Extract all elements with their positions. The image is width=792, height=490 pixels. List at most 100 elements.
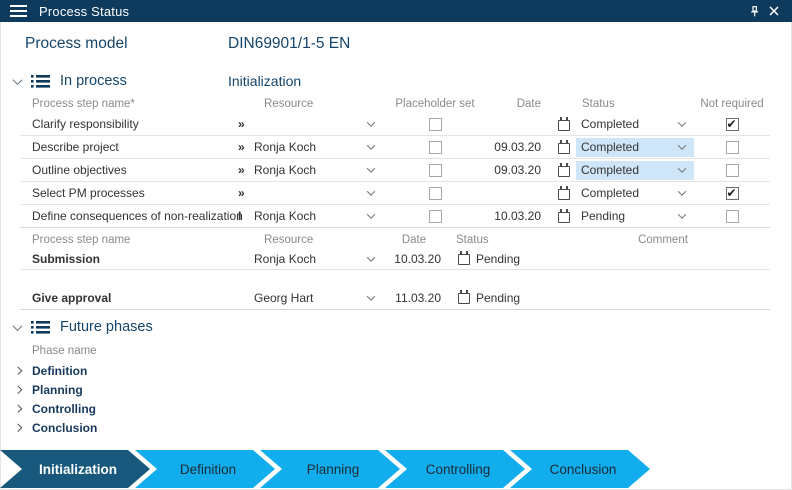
status-dropdown[interactable]: Completed: [576, 138, 694, 157]
comment-value[interactable]: [556, 286, 770, 309]
comment-value[interactable]: [556, 248, 770, 269]
col-placeholder-set: Placeholder set: [382, 95, 488, 113]
step-marker: »: [238, 113, 254, 135]
step-row-define-consequences: Define consequences of non-realization I…: [20, 205, 770, 228]
status-dropdown[interactable]: Pending: [576, 207, 694, 226]
collapse-future-phases[interactable]: [8, 324, 26, 331]
calendar-icon[interactable]: [458, 254, 470, 265]
calendar-icon[interactable]: [558, 212, 570, 223]
step-link[interactable]: Give approval: [20, 286, 254, 309]
in-process-section-header: In process Initialization: [0, 69, 792, 93]
not-required-checkbox[interactable]: [726, 164, 739, 177]
expand-definition[interactable]: [8, 368, 28, 374]
phase-item-conclusion: Conclusion: [0, 418, 792, 437]
col-resource: Resource: [254, 95, 360, 113]
chevron-down-icon: [12, 75, 22, 85]
date-value[interactable]: 10.03.20: [382, 248, 446, 269]
close-button[interactable]: [764, 1, 784, 21]
step-row-clarify-responsibility: Clarify responsibility » Completed: [20, 113, 770, 136]
not-required-checkbox[interactable]: [726, 118, 739, 131]
step-marker: »: [238, 182, 254, 204]
date-value[interactable]: 09.03.20: [488, 159, 546, 181]
menu-icon[interactable]: [10, 5, 27, 17]
phase-arrow-definition[interactable]: Definition: [135, 450, 275, 488]
phase-label[interactable]: Planning: [32, 383, 83, 397]
resource-value[interactable]: [254, 113, 360, 135]
status-value: Completed: [581, 140, 639, 154]
placeholder-checkbox[interactable]: [429, 164, 442, 177]
step-row-describe-project: Describe project » Ronja Koch 09.03.20 C…: [20, 136, 770, 159]
phase-label[interactable]: Conclusion: [32, 421, 97, 435]
col-date: Date: [488, 95, 546, 113]
status-cell: Completed: [546, 182, 694, 204]
phase-label[interactable]: Controlling: [32, 402, 96, 416]
expand-conclusion[interactable]: [8, 425, 28, 431]
not-required-checkbox[interactable]: [726, 187, 739, 200]
col-process-step-name: Process step name*: [20, 95, 238, 113]
chevron-down-icon: [367, 164, 375, 172]
status-value: Pending: [476, 291, 520, 305]
placeholder-checkbox[interactable]: [429, 118, 442, 131]
pin-icon: [748, 5, 761, 18]
phase-arrow-label: Definition: [174, 462, 236, 477]
resource-value[interactable]: Ronja Koch: [254, 205, 360, 227]
resource-value[interactable]: Georg Hart: [254, 286, 360, 309]
date-value[interactable]: 09.03.20: [488, 136, 546, 158]
step-row-outline-objectives: Outline objectives » Ronja Koch 09.03.20…: [20, 159, 770, 182]
in-process-title: In process: [60, 73, 127, 89]
phase-label[interactable]: Definition: [32, 364, 87, 378]
collapse-in-process[interactable]: [8, 78, 26, 85]
phase-arrow-initialization[interactable]: Initialization: [0, 450, 150, 488]
col-date: Date: [382, 232, 446, 248]
not-required-checkbox[interactable]: [726, 141, 739, 154]
col-status: Status: [546, 95, 694, 113]
resource-value[interactable]: Ronja Koch: [254, 159, 360, 181]
date-value[interactable]: 11.03.20: [382, 286, 446, 309]
approvals-table-header: Process step name Resource Date Status C…: [20, 232, 770, 248]
placeholder-checkbox[interactable]: [429, 141, 442, 154]
calendar-icon[interactable]: [458, 293, 470, 304]
resource-value[interactable]: Ronja Koch: [254, 248, 360, 269]
chevron-down-icon: [678, 118, 686, 126]
calendar-icon[interactable]: [558, 120, 570, 131]
resource-dropdown[interactable]: [360, 182, 382, 204]
resource-dropdown[interactable]: [360, 205, 382, 227]
resource-value[interactable]: Ronja Koch: [254, 136, 360, 158]
placeholder-checkbox[interactable]: [429, 210, 442, 223]
list-icon: [30, 74, 50, 89]
calendar-icon[interactable]: [558, 189, 570, 200]
chevron-right-icon: [14, 386, 22, 394]
resource-dropdown[interactable]: [360, 159, 382, 181]
expand-planning[interactable]: [8, 387, 28, 393]
not-required-checkbox[interactable]: [726, 210, 739, 223]
resource-dropdown[interactable]: [360, 113, 382, 135]
resource-dropdown[interactable]: [360, 248, 382, 269]
phase-arrow-controlling[interactable]: Controlling: [385, 450, 525, 488]
pin-button[interactable]: [744, 1, 764, 21]
resource-value[interactable]: [254, 182, 360, 204]
date-value[interactable]: 10.03.20: [488, 205, 546, 227]
status-value: Completed: [581, 186, 639, 200]
phase-arrow-planning[interactable]: Planning: [260, 450, 400, 488]
future-phases-title: Future phases: [60, 319, 153, 335]
step-marker: »: [238, 159, 254, 181]
col-process-step-name: Process step name: [20, 232, 254, 248]
step-link[interactable]: Submission: [20, 248, 254, 269]
status-dropdown[interactable]: Completed: [576, 184, 694, 203]
placeholder-checkbox[interactable]: [429, 187, 442, 200]
status-dropdown[interactable]: Completed: [576, 161, 694, 180]
close-icon: [769, 6, 779, 16]
phase-arrow-conclusion[interactable]: Conclusion: [510, 450, 650, 488]
resource-dropdown[interactable]: [360, 136, 382, 158]
calendar-icon[interactable]: [558, 166, 570, 177]
step-name: Clarify responsibility: [20, 113, 238, 135]
resource-dropdown[interactable]: [360, 286, 382, 309]
calendar-icon[interactable]: [558, 143, 570, 154]
phase-arrow-label: Conclusion: [544, 462, 617, 477]
date-value[interactable]: [488, 113, 546, 135]
date-value[interactable]: [488, 182, 546, 204]
status-cell: Completed: [546, 136, 694, 158]
status-dropdown[interactable]: Completed: [576, 115, 694, 134]
expand-controlling[interactable]: [8, 406, 28, 412]
step-marker: »: [238, 136, 254, 158]
